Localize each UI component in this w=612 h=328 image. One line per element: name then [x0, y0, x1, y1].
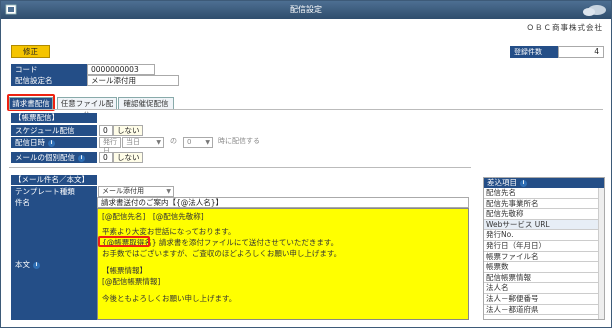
individual-delivery-label-wrap: メールの個別配信 i — [11, 152, 97, 163]
insert-items-panel: 差込項目 i 配信先名 配信先事業所名 配信先敬称 Webサービス URL 発行N… — [483, 177, 605, 320]
insert-item[interactable]: 配信先名 — [484, 188, 598, 199]
template-dropdown[interactable]: メール添付用 ▼ — [98, 186, 174, 197]
info-icon[interactable]: i — [520, 179, 527, 187]
chevron-down-icon: ▼ — [205, 139, 210, 146]
insert-item[interactable]: 配信帳票情報 — [484, 273, 598, 284]
insert-item[interactable]: 配信先敬称 — [484, 209, 598, 220]
body-textarea[interactable]: [@配信先名] [@配信先敬称] 平素より大変お世話になっております。 {@帳票… — [97, 208, 469, 320]
insert-item[interactable]: 発行日（年月日） — [484, 241, 598, 252]
tab-divider — [9, 109, 603, 110]
code-field[interactable]: 0000000003 — [87, 64, 155, 75]
edit-button[interactable]: 修正 — [11, 45, 50, 58]
datetime-label: 配信日時 — [15, 138, 45, 147]
datetime-suffix: 時に配信する — [218, 137, 260, 145]
insert-item[interactable]: 法人－郵便番号 — [484, 294, 598, 305]
app-window: 配信設定 ＯＢＣ商事株式会社 修正 登録件数 4 コード 0000000003 … — [0, 0, 612, 328]
insert-items-title-wrap: 差込項目 i — [484, 178, 604, 188]
info-icon[interactable]: i — [33, 261, 40, 269]
datetime-day-value: 当日 — [126, 138, 140, 146]
body-line: 今後ともよろしくお願い申し上げます。 — [102, 294, 237, 303]
subject-field[interactable]: 請求書送付のご案内【{@法人名}】 — [97, 197, 469, 208]
datetime-hour-dropdown[interactable]: 0 ▼ — [183, 137, 213, 148]
template-label: テンプレート種類 — [11, 186, 97, 197]
body-label-wrap: 本文 i — [15, 259, 40, 270]
body-line: 【帳票情報】 — [102, 266, 147, 275]
body-line: 平素より大変お世話になっております。 — [102, 227, 236, 236]
decorative-cloud-icon — [583, 5, 606, 16]
insert-item[interactable]: Webサービス URL — [484, 219, 598, 231]
setting-name-label: 配信設定名 — [11, 75, 87, 86]
schedule-value[interactable]: 0 — [99, 125, 113, 136]
datetime-label-wrap: 配信日時 i — [11, 137, 97, 148]
code-label: コード — [11, 64, 96, 75]
panel-scrollbar[interactable] — [598, 188, 604, 319]
body-label: 本文 — [15, 260, 30, 269]
info-icon[interactable]: i — [78, 154, 85, 162]
form-delivery-section-title: 【帳票配信】 — [11, 113, 97, 123]
insert-items-title: 差込項目 — [487, 178, 517, 187]
schedule-text: しない — [113, 125, 143, 136]
subject-label: 件名 — [11, 197, 97, 208]
title-bar: 配信設定 — [1, 1, 611, 19]
insert-item[interactable]: 帳票数 — [484, 262, 598, 273]
individual-delivery-label: メールの個別配信 — [15, 153, 75, 162]
body-line: お手数ではございますが、ご査収のほどよろしくお願い申し上げます。 — [102, 249, 342, 258]
schedule-label: スケジュール配信 — [11, 125, 97, 136]
insert-item[interactable]: 発行No. — [484, 230, 598, 241]
setting-name-field[interactable]: メール添付用 — [87, 75, 179, 86]
chevron-down-icon: ▼ — [156, 139, 161, 146]
template-value: メール添付用 — [102, 187, 144, 195]
individual-delivery-text: しない — [113, 152, 143, 163]
datetime-basis: 発行日 — [99, 137, 121, 155]
section-divider — [9, 167, 471, 168]
body-line: [@配信先名] [@配信先敬称] — [102, 212, 204, 221]
insert-item[interactable]: 法人－都道府県 — [484, 305, 598, 316]
registered-count-label: 登録件数 — [510, 46, 558, 58]
individual-delivery-value[interactable]: 0 — [99, 152, 113, 163]
body-line: {@帳票取得名} 請求書を添付ファイルにて送付させていただきます。 — [102, 238, 339, 247]
company-name: ＯＢＣ商事株式会社 — [526, 23, 603, 32]
body-line: [@配信帳票情報] — [102, 277, 161, 286]
insert-item[interactable]: 法人名 — [484, 283, 598, 294]
mail-section-title: 【メール件名／本文】 — [11, 175, 97, 185]
insert-field-highlight — [98, 236, 150, 247]
insert-item[interactable]: 配信先事業所名 — [484, 199, 598, 210]
datetime-day-dropdown[interactable]: 当日 ▼ — [122, 137, 164, 148]
datetime-hour-value: 0 — [187, 138, 192, 146]
insert-item[interactable]: 帳票ファイル名 — [484, 252, 598, 263]
chevron-down-icon: ▼ — [166, 188, 171, 195]
registered-count-value: 4 — [558, 46, 604, 58]
info-icon[interactable]: i — [48, 139, 55, 147]
datetime-particle: の — [170, 137, 177, 145]
window-title: 配信設定 — [290, 5, 322, 14]
